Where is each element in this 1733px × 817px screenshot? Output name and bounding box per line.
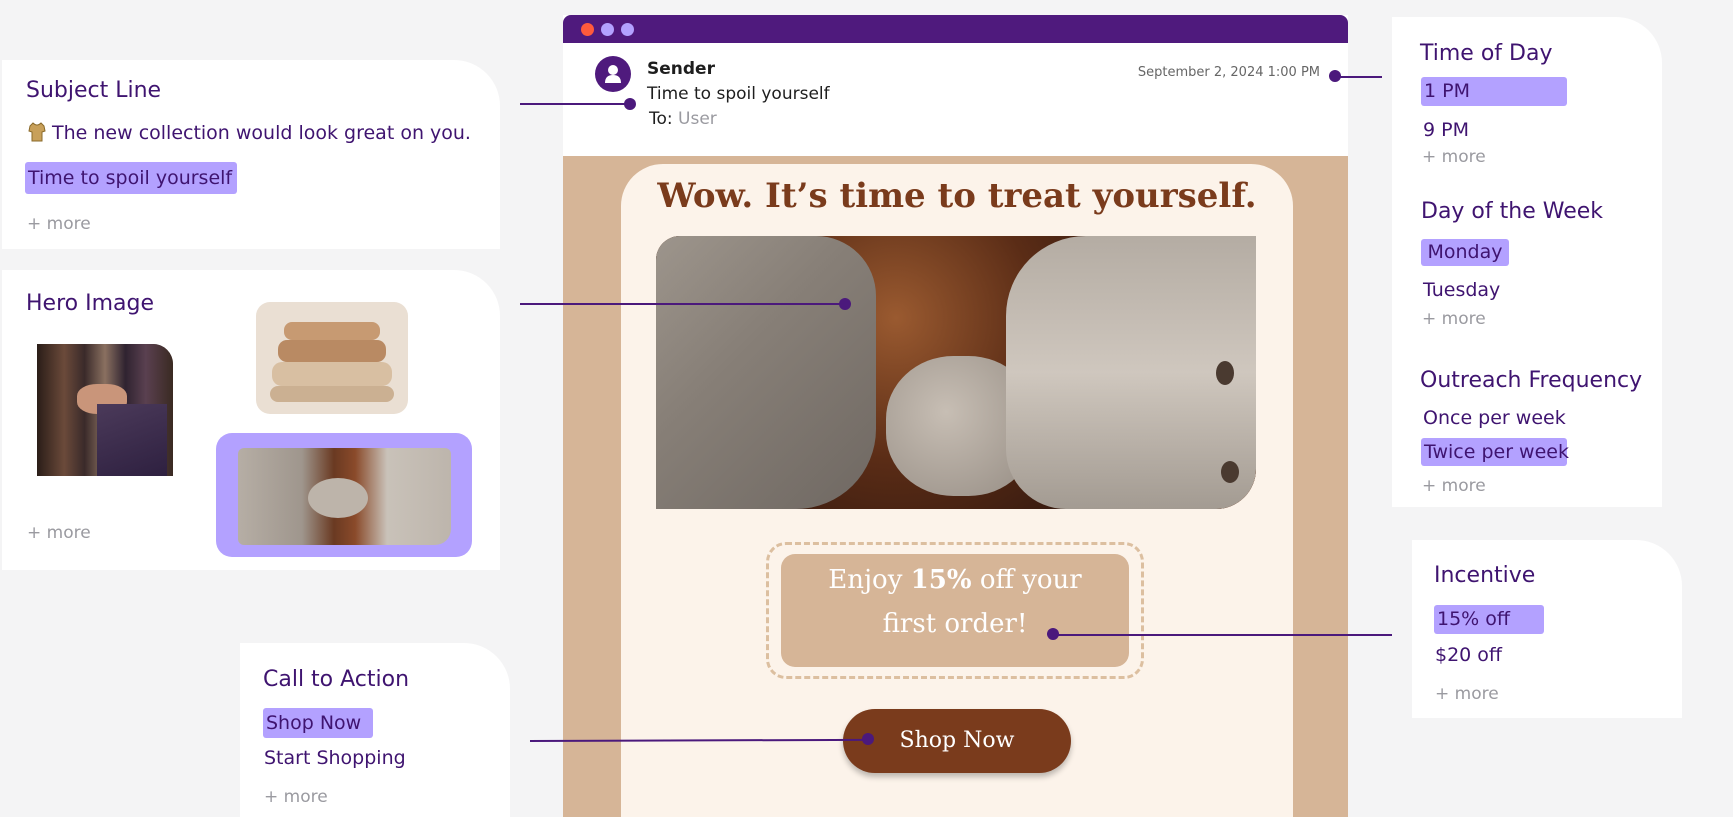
hero-connector-dot <box>839 298 851 310</box>
call-to-action-card: Call to Action Shop Now Start Shopping +… <box>240 643 510 817</box>
email-shop-now-button[interactable]: Shop Now <box>843 709 1071 773</box>
cta-option-2[interactable]: Start Shopping <box>264 744 406 772</box>
cta-more-link[interactable]: + more <box>264 787 328 807</box>
hero-option-knit-sweaters-selected[interactable] <box>216 433 472 557</box>
sender-name: Sender <box>647 59 715 79</box>
day-of-week-title: Day of the Week <box>1421 199 1604 224</box>
subject-line-title: Subject Line <box>26 78 162 103</box>
day-option-2[interactable]: Tuesday <box>1423 276 1500 304</box>
to-label: To: <box>649 109 673 129</box>
incentive-more-link[interactable]: + more <box>1435 684 1499 704</box>
cta-title: Call to Action <box>263 667 410 692</box>
time-of-day-title: Time of Day <box>1420 41 1553 66</box>
sender-avatar-icon <box>595 56 631 92</box>
frequency-option-1[interactable]: Once per week <box>1423 404 1566 432</box>
window-titlebar <box>563 15 1348 43</box>
scheduling-card: Time of Day 1 PM 9 PM + more Day of the … <box>1392 17 1662 507</box>
time-option-2[interactable]: 9 PM <box>1423 116 1469 144</box>
outreach-frequency-title: Outreach Frequency <box>1420 368 1643 393</box>
offer-text-pre: Enjoy <box>828 565 911 595</box>
subject-connector-dot <box>624 98 636 110</box>
email-header: Sender Time to spoil yourself To: User S… <box>563 43 1348 171</box>
hero-connector-line <box>520 303 846 305</box>
close-window-icon[interactable] <box>581 23 594 36</box>
hero-image-title: Hero Image <box>26 291 154 316</box>
incentive-connector-line <box>1052 634 1392 636</box>
time-more-link[interactable]: + more <box>1422 147 1486 167</box>
frequency-more-link[interactable]: + more <box>1422 476 1486 496</box>
email-date: September 2, 2024 1:00 PM <box>1137 65 1320 80</box>
recipient-row: To: User <box>649 109 717 129</box>
hero-image-card: Hero Image + more <box>2 270 500 570</box>
frequency-option-2-selected[interactable]: Twice per week <box>1421 438 1569 466</box>
time-connector-line <box>1334 76 1382 78</box>
email-body-background: Wow. It’s time to treat yourself. Enjoy … <box>563 156 1348 817</box>
email-subject: Time to spoil yourself <box>647 84 830 104</box>
incentive-card: Incentive 15% off $20 off + more <box>1412 540 1682 718</box>
email-preview-window: Sender Time to spoil yourself To: User S… <box>563 15 1348 817</box>
hero-option-stacked-sweaters-image[interactable] <box>256 302 408 414</box>
time-option-1-selected[interactable]: 1 PM <box>1421 77 1567 106</box>
subject-line-card: Subject Line The new collection would lo… <box>2 60 500 249</box>
email-body: Wow. It’s time to treat yourself. Enjoy … <box>621 164 1293 817</box>
email-headline: Wow. It’s time to treat yourself. <box>657 176 1257 216</box>
incentive-title: Incentive <box>1434 563 1536 588</box>
day-more-link[interactable]: + more <box>1422 309 1486 329</box>
shirt-icon <box>28 122 46 142</box>
maximize-window-icon[interactable] <box>621 23 634 36</box>
incentive-option-1-selected[interactable]: 15% off <box>1434 605 1544 634</box>
cta-connector-dot <box>862 733 874 745</box>
subject-option-2-selected[interactable]: Time to spoil yourself <box>25 162 237 194</box>
hero-option-clothing-rack-image[interactable] <box>37 344 173 476</box>
email-hero-image <box>656 236 1256 509</box>
time-connector-dot <box>1329 70 1341 82</box>
day-option-1-selected[interactable]: Monday <box>1421 239 1509 266</box>
subject-connector-line <box>520 103 630 105</box>
subject-more-link[interactable]: + more <box>27 214 91 234</box>
to-value: User <box>678 109 717 129</box>
subject-option-1[interactable]: The new collection would look great on y… <box>52 119 471 147</box>
offer-discount: 15% <box>910 565 972 595</box>
cta-option-1-selected[interactable]: Shop Now <box>263 708 373 738</box>
offer-dashed-frame: Enjoy 15% off your first order! <box>766 542 1144 679</box>
offer-box: Enjoy 15% off your first order! <box>781 554 1129 667</box>
minimize-window-icon[interactable] <box>601 23 614 36</box>
hero-more-link[interactable]: + more <box>27 523 91 543</box>
incentive-connector-dot <box>1047 628 1059 640</box>
incentive-option-2[interactable]: $20 off <box>1435 641 1502 669</box>
